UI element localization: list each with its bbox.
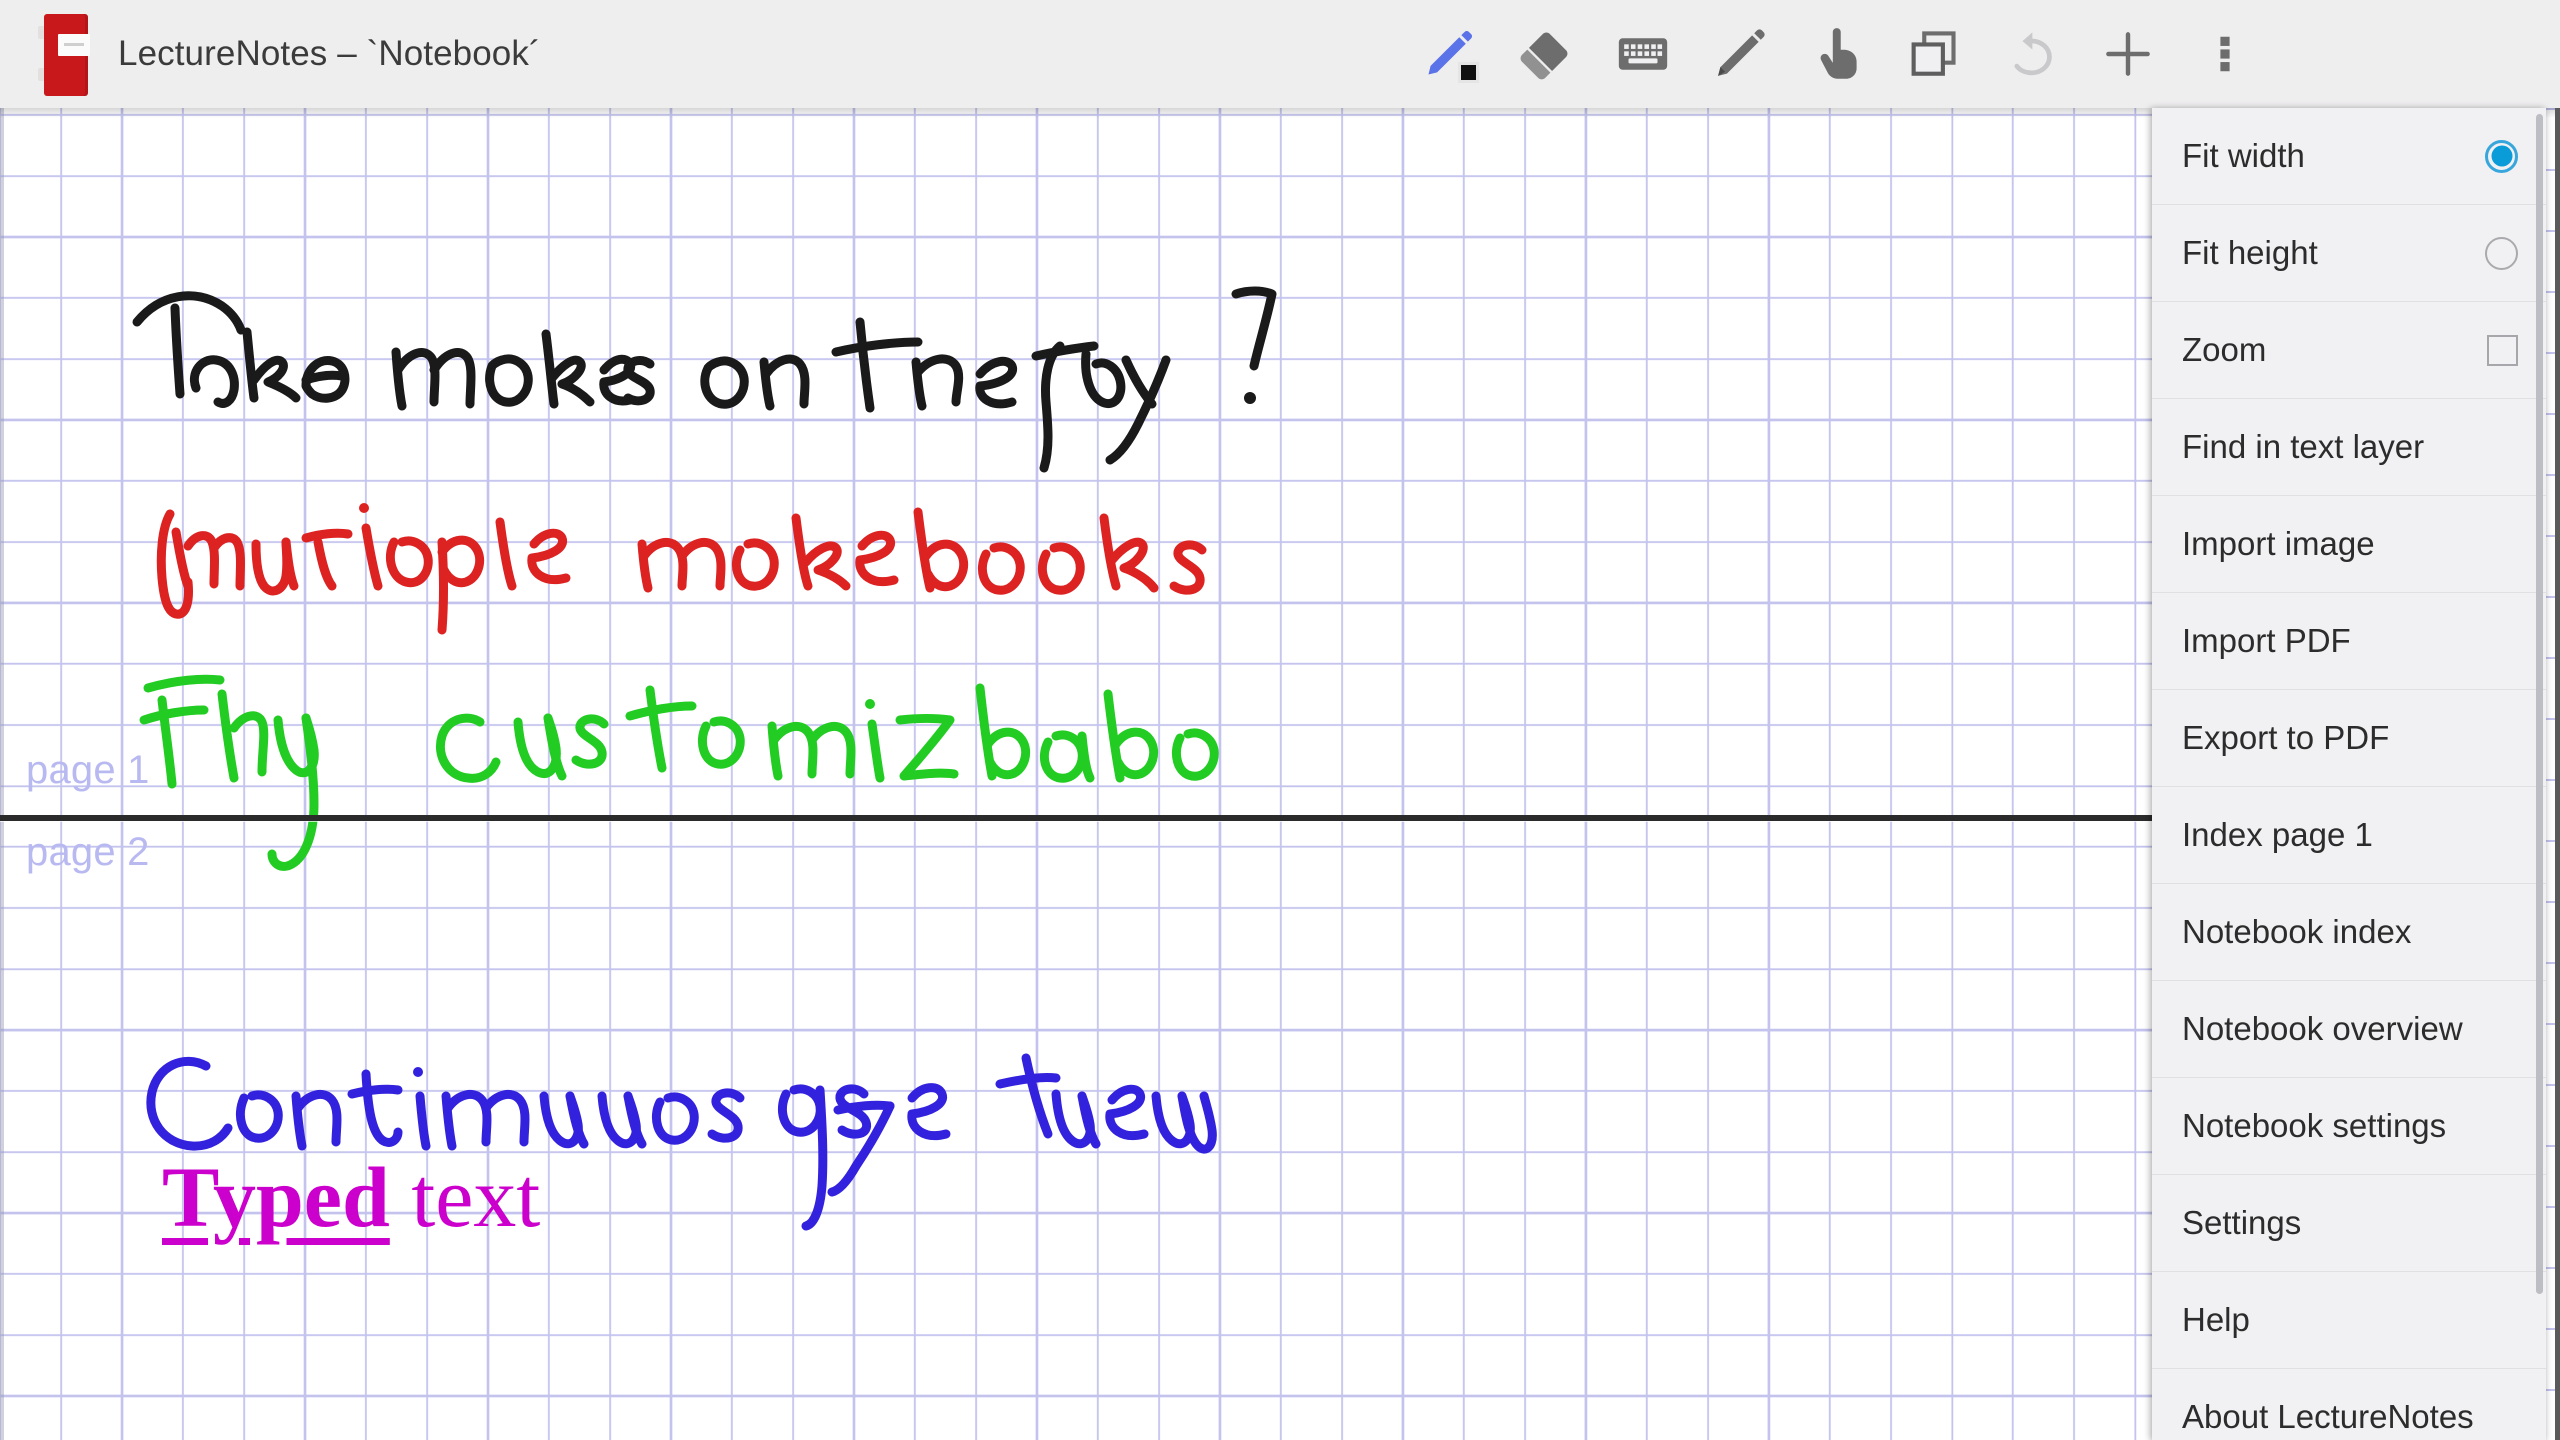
typed-text-plain: text <box>390 1149 540 1245</box>
menu-scrollbar[interactable] <box>2536 114 2543 1294</box>
menu-item-label: Find in text layer <box>2182 428 2518 466</box>
notebook-cover <box>44 14 88 96</box>
pen-tool-button[interactable] <box>1400 0 1497 108</box>
ink-stroke-fully-customizable <box>144 679 1214 866</box>
toolbar <box>1400 0 2273 108</box>
eraser-tool-button[interactable] <box>1497 0 1594 108</box>
menu-item-import-pdf[interactable]: Import PDF <box>2152 593 2546 690</box>
menu-item-help[interactable]: Help <box>2152 1272 2546 1369</box>
add-button[interactable] <box>2079 0 2176 108</box>
marker-pen-icon <box>1712 26 1768 82</box>
menu-item-label: Export to PDF <box>2182 719 2518 757</box>
menu-item-label: Import image <box>2182 525 2518 563</box>
undo-tool-button[interactable] <box>1982 0 2079 108</box>
menu-item-export-to-pdf[interactable]: Export to PDF <box>2152 690 2546 787</box>
page-left-edge <box>0 108 4 1440</box>
copy-layers-icon <box>1908 28 1960 80</box>
menu-item-label: Import PDF <box>2182 622 2518 660</box>
keyboard-icon <box>1614 25 1672 83</box>
menu-item-index-page-1[interactable]: Index page 1 <box>2152 787 2546 884</box>
page-title: LectureNotes – `Notebook´ <box>118 34 541 74</box>
menu-item-label: Fit height <box>2182 234 2485 272</box>
eraser-icon <box>1518 26 1574 82</box>
menu-item-notebook-overview[interactable]: Notebook overview <box>2152 981 2546 1078</box>
notebook-label <box>58 34 90 56</box>
hand-tool-button[interactable] <box>1788 0 1885 108</box>
ink-stroke-take-notes <box>137 291 1272 468</box>
menu-item-notebook-settings[interactable]: Notebook settings <box>2152 1078 2546 1175</box>
menu-item-settings[interactable]: Settings <box>2152 1175 2546 1272</box>
title-bar: LectureNotes – `Notebook´ <box>0 0 2560 108</box>
menu-item-label: Notebook settings <box>2182 1107 2518 1145</box>
menu-item-label: Zoom <box>2182 331 2487 369</box>
pen-color-chip[interactable] <box>1458 62 1479 83</box>
menu-item-import-image[interactable]: Import image <box>2152 496 2546 593</box>
duplicate-tool-button[interactable] <box>1885 0 1982 108</box>
undo-arrow-icon <box>2004 27 2058 81</box>
three-dots-vertical-icon <box>2202 31 2248 77</box>
ink-stroke-multiple-notebooks <box>161 503 1202 630</box>
plus-icon <box>2100 26 2156 82</box>
hand-pointer-icon <box>1809 26 1865 82</box>
menu-item-label: Settings <box>2182 1204 2518 1242</box>
page-label-1: page 1 <box>26 748 150 793</box>
menu-item-label: Notebook index <box>2182 913 2518 951</box>
keyboard-tool-button[interactable] <box>1594 0 1691 108</box>
checkbox-unchecked-icon[interactable] <box>2487 335 2518 366</box>
menu-item-find-in-text-layer[interactable]: Find in text layer <box>2152 399 2546 496</box>
overflow-dropdown-menu[interactable]: Fit width Fit height Zoom Find in text l… <box>2152 108 2546 1440</box>
menu-item-label: Fit width <box>2182 137 2485 175</box>
menu-item-fit-width[interactable]: Fit width <box>2152 108 2546 205</box>
overflow-menu-button[interactable] <box>2176 0 2273 108</box>
marker-tool-button[interactable] <box>1691 0 1788 108</box>
page-label-2: page 2 <box>26 830 150 875</box>
menu-item-label: Notebook overview <box>2182 1010 2518 1048</box>
menu-item-about-lecturenotes[interactable]: About LectureNotes <box>2152 1369 2546 1440</box>
menu-item-label: About LectureNotes <box>2182 1398 2518 1436</box>
app-notebook-icon <box>38 10 88 98</box>
menu-item-notebook-index[interactable]: Notebook index <box>2152 884 2546 981</box>
menu-item-label: Index page 1 <box>2182 816 2518 854</box>
page-scrollbar[interactable] <box>2555 108 2560 1440</box>
typed-text-bold: Typed <box>162 1149 390 1245</box>
menu-item-fit-height[interactable]: Fit height <box>2152 205 2546 302</box>
typed-text-block[interactable]: Typed text <box>162 1154 540 1240</box>
menu-item-label: Help <box>2182 1301 2518 1339</box>
radio-selected-icon[interactable] <box>2485 140 2518 173</box>
radio-unselected-icon[interactable] <box>2485 237 2518 270</box>
menu-item-zoom[interactable]: Zoom <box>2152 302 2546 399</box>
